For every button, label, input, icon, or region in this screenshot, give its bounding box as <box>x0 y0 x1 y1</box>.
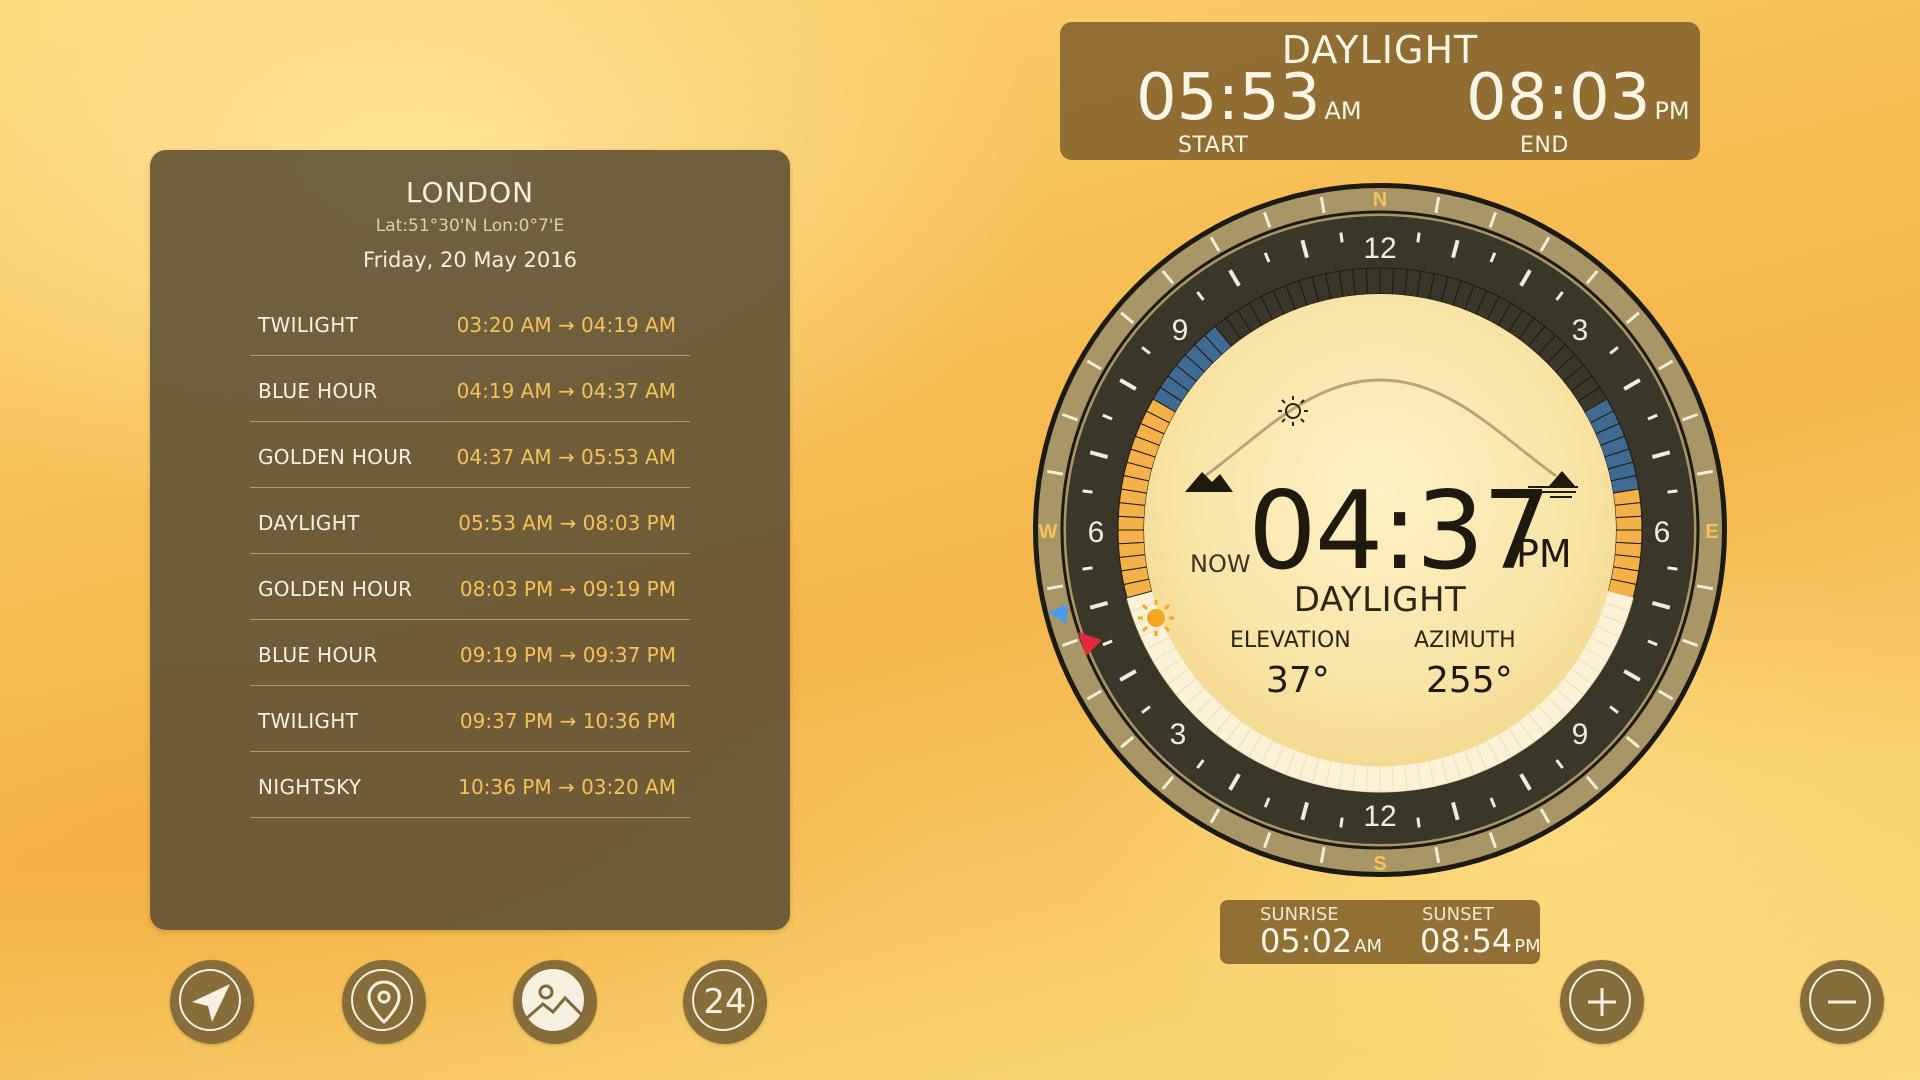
sunset-time: 08:54 PM <box>1420 922 1541 960</box>
elevation-value: 37° <box>1266 660 1330 701</box>
now-label: NOW <box>1190 550 1251 578</box>
daylight-end-label: END <box>1520 133 1569 158</box>
list-item: DAYLIGHT 05:53 AM → 08:03 PM <box>250 488 690 554</box>
zoom-in-button[interactable] <box>1560 960 1644 1044</box>
phase-name: GOLDEN HOUR <box>258 577 413 601</box>
list-item: TWILIGHT 09:37 PM → 10:36 PM <box>250 686 690 752</box>
zoom-out-button[interactable] <box>1800 960 1884 1044</box>
location-pin-icon <box>367 980 401 1025</box>
phase-list: TWILIGHT 03:20 AM → 04:19 AM BLUE HOUR 0… <box>250 290 690 818</box>
phase-time-range: 04:37 AM → 05:53 AM <box>456 445 676 469</box>
location-button[interactable] <box>342 960 426 1044</box>
daylight-end-ampm: PM <box>1654 97 1690 125</box>
current-time-ampm: PM <box>1516 532 1572 576</box>
landscape-image-icon <box>526 984 585 1020</box>
sun-dial: N E S W 12 3 6 9 12 3 6 9 NOW 04:37 PM D… <box>1030 180 1730 880</box>
phase-time-range: 08:03 PM → 09:19 PM <box>459 577 676 601</box>
coordinates: Lat:51°30'N Lon:0°7'E <box>375 216 565 236</box>
sunrise-sunset-box: SUNRISE SUNSET 05:02 AM 08:54 PM <box>1220 900 1541 964</box>
list-item: BLUE HOUR 04:19 AM → 04:37 AM <box>250 356 690 422</box>
phase-name: NIGHTSKY <box>258 775 362 799</box>
phase-time-range: 09:37 PM → 10:36 PM <box>459 709 676 733</box>
phase-time-range: 05:53 AM → 08:03 PM <box>458 511 676 535</box>
list-item: NIGHTSKY 10:36 PM → 03:20 AM <box>250 752 690 818</box>
daylight-start-time: 05:53 AM <box>1136 66 1362 130</box>
sunset-ampm: PM <box>1514 936 1541 957</box>
photo-map-button[interactable] <box>513 960 597 1044</box>
current-date: Friday, 20 May 2016 <box>363 248 577 272</box>
minus-icon <box>1828 1000 1856 1004</box>
phase-time-range: 10:36 PM → 03:20 AM <box>458 775 676 799</box>
sunset-value: 08:54 <box>1420 922 1513 960</box>
daylight-start-value: 05:53 <box>1136 61 1321 135</box>
phase-name: GOLDEN HOUR <box>258 445 413 469</box>
daylight-start-ampm: AM <box>1324 97 1362 125</box>
location-info-panel: LONDON Lat:51°30'N Lon:0°7'E Friday, 20 … <box>150 150 790 930</box>
dial-readout: NOW 04:37 PM DAYLIGHT ELEVATION AZIMUTH … <box>1030 180 1730 880</box>
city-name: LONDON <box>405 176 535 209</box>
phase-name: TWILIGHT <box>258 313 359 337</box>
phase-time-range: 04:19 AM → 04:37 AM <box>456 379 676 403</box>
daylight-start-label: START <box>1178 133 1249 158</box>
azimuth-value: 255° <box>1426 660 1513 701</box>
plus-icon <box>1588 988 1616 1016</box>
phase-name: TWILIGHT <box>258 709 359 733</box>
daylight-end-value: 08:03 <box>1466 61 1651 135</box>
current-phase: DAYLIGHT <box>1293 580 1467 620</box>
phase-name: BLUE HOUR <box>258 643 378 667</box>
navigate-button[interactable] <box>170 960 254 1044</box>
list-item: BLUE HOUR 09:19 PM → 09:37 PM <box>250 620 690 686</box>
navigation-arrow-icon <box>192 984 230 1022</box>
list-item: TWILIGHT 03:20 AM → 04:19 AM <box>250 290 690 356</box>
phase-name: BLUE HOUR <box>258 379 378 403</box>
hour-format-label: 24 <box>703 982 747 1022</box>
list-item: GOLDEN HOUR 04:37 AM → 05:53 AM <box>250 422 690 488</box>
daylight-summary: DAYLIGHT 05:53 AM 08:03 PM START END <box>1060 22 1700 160</box>
azimuth-label: AZIMUTH <box>1414 628 1516 653</box>
phase-name: DAYLIGHT <box>258 511 360 535</box>
sunrise-ampm: AM <box>1354 936 1383 957</box>
list-item: GOLDEN HOUR 08:03 PM → 09:19 PM <box>250 554 690 620</box>
sunrise-value: 05:02 <box>1260 922 1353 960</box>
elevation-label: ELEVATION <box>1230 628 1351 653</box>
sunrise-time: 05:02 AM <box>1260 922 1383 960</box>
phase-time-range: 03:20 AM → 04:19 AM <box>456 313 676 337</box>
phase-time-range: 09:19 PM → 09:37 PM <box>459 643 676 667</box>
current-time: 04:37 <box>1248 469 1551 594</box>
hour-format-button[interactable]: 24 <box>683 960 767 1044</box>
daylight-end-time: 08:03 PM <box>1466 66 1690 130</box>
